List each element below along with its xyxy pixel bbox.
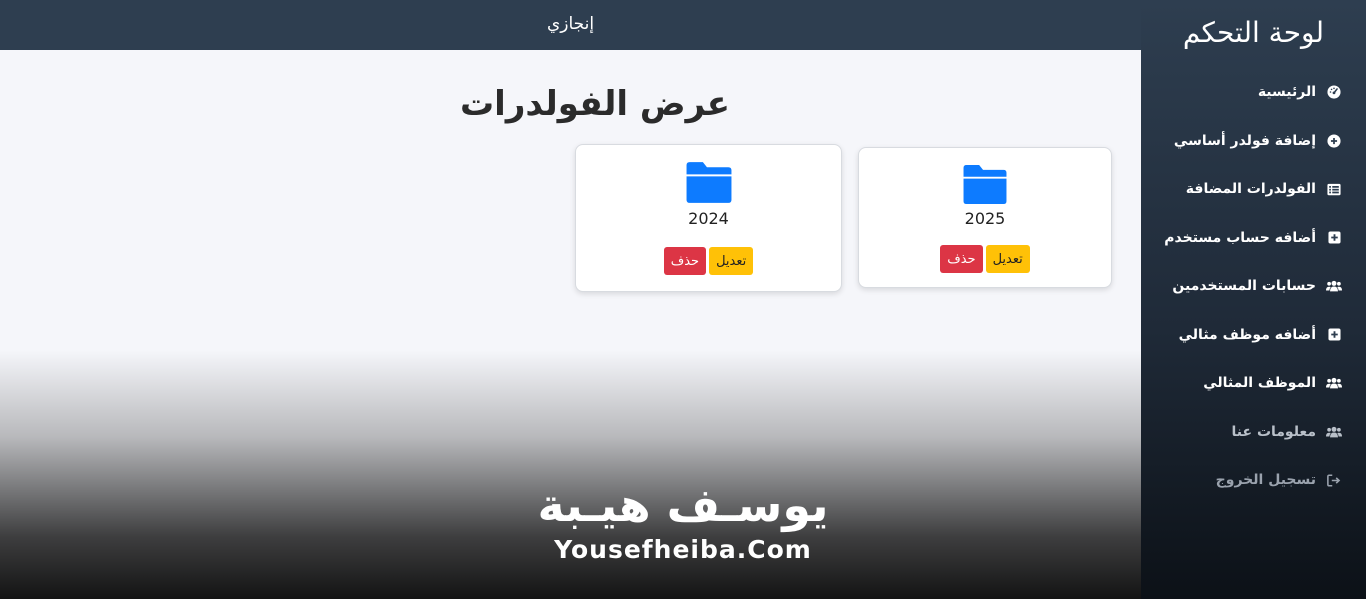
sidebar-item-employee[interactable]: الموظف المثالي	[1141, 359, 1366, 408]
sidebar-item-add-folder[interactable]: إضافة فولدر أساسي	[1141, 117, 1366, 166]
sidebar-item-label: حسابات المستخدمين	[1172, 278, 1316, 295]
sidebar-item-label: تسجيل الخروج	[1215, 472, 1316, 489]
folder-icon[interactable]	[684, 161, 733, 204]
navbar-brand[interactable]: إنجازي	[0, 14, 1141, 34]
sidebar-item-label: الموظف المثالي	[1203, 375, 1316, 392]
list-icon	[1326, 181, 1342, 197]
sidebar-item-label: معلومات عنا	[1231, 423, 1316, 440]
sidebar-item-add-employee[interactable]: أضافه موظف مثالي	[1141, 311, 1366, 360]
edit-button[interactable]: تعديل	[709, 247, 754, 275]
gauge-icon	[1326, 84, 1342, 100]
sidebar-item-users[interactable]: حسابات المستخدمين	[1141, 262, 1366, 311]
folder-year: 2025	[964, 209, 1006, 228]
sidebar-item-folders[interactable]: الفولدرات المضافة	[1141, 165, 1366, 214]
sign-out-icon	[1326, 472, 1342, 488]
users-icon	[1326, 278, 1342, 294]
plus-square-icon	[1326, 327, 1342, 343]
plus-circle-icon	[1326, 133, 1342, 149]
sidebar-item-label: الرئيسية	[1257, 84, 1316, 101]
edit-button[interactable]: تعديل	[985, 245, 1030, 273]
page-title: عرض الفولدرات	[460, 84, 730, 124]
users-icon	[1326, 375, 1342, 391]
sidebar: لوحة التحكم الرئيسية إضافة فولدر أساسي ا…	[1141, 0, 1366, 599]
sidebar-item-logout[interactable]: تسجيل الخروج	[1141, 456, 1366, 505]
delete-button[interactable]: حذف	[663, 247, 707, 275]
delete-button[interactable]: حذف	[940, 245, 983, 273]
folder-icon[interactable]	[962, 164, 1009, 205]
folder-actions: حذف تعديل	[859, 245, 1111, 273]
sidebar-item-label: الفولدرات المضافة	[1185, 181, 1316, 198]
folder-actions: حذف تعديل	[576, 247, 841, 275]
plus-square-icon	[1326, 230, 1342, 246]
main-content: عرض الفولدرات 2025 حذف تعديل 2024 حذف تع…	[0, 50, 1141, 599]
sidebar-item-add-user[interactable]: أضافه حساب مستخدم	[1141, 214, 1366, 263]
sidebar-item-label: إضافة فولدر أساسي	[1173, 132, 1316, 149]
folder-year: 2024	[688, 209, 729, 228]
sidebar-item-about[interactable]: معلومات عنا	[1141, 408, 1366, 457]
sidebar-item-label: أضافه موظف مثالي	[1178, 326, 1316, 343]
sidebar-item-home[interactable]: الرئيسية	[1141, 68, 1366, 117]
folder-card-2024: 2024 حذف تعديل	[575, 144, 842, 292]
sidebar-item-label: أضافه حساب مستخدم	[1164, 229, 1316, 246]
watermark-shade	[0, 350, 1141, 599]
users-icon	[1326, 424, 1342, 440]
sidebar-menu: الرئيسية إضافة فولدر أساسي الفولدرات الم…	[1141, 68, 1366, 505]
top-navbar: إنجازي	[0, 0, 1141, 50]
folder-card-2025: 2025 حذف تعديل	[858, 147, 1112, 288]
sidebar-title: لوحة التحكم	[1182, 16, 1324, 49]
